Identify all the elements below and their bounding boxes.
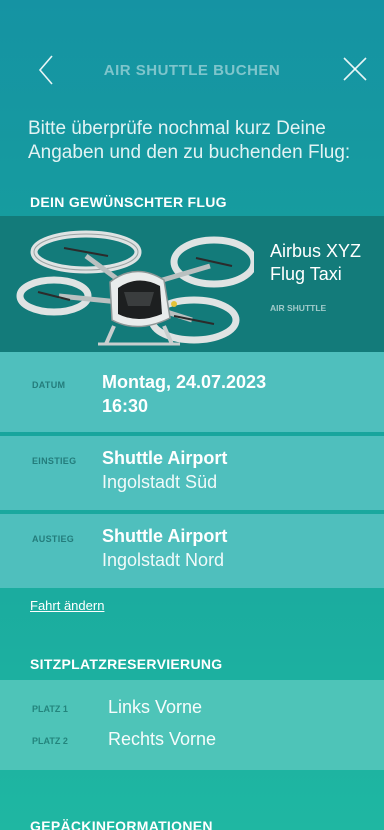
time-value: 16:30 — [102, 396, 149, 416]
date-row: DATUM Montag, 24.07.2023 16:30 — [0, 352, 384, 432]
aircraft-type: AIR SHUTTLE — [270, 303, 327, 313]
air-taxi-image — [16, 230, 254, 346]
exit-location: Shuttle Airport — [102, 526, 228, 546]
date-value: Montag, 24.07.2023 — [102, 372, 267, 392]
intro-text: Bitte überprüfe nochmal kurz Deine Angab… — [28, 118, 351, 163]
boarding-row: EINSTIEG Shuttle Airport Ingolstadt Süd — [0, 436, 384, 510]
seat-2-value: Rechts Vorne — [108, 729, 217, 749]
exit-city: Ingolstadt Nord — [102, 550, 225, 570]
flight-card: Airbus XYZ Flug Taxi — [0, 216, 384, 352]
date-label: DATUM — [32, 380, 66, 390]
exit-label: AUSTIEG — [32, 534, 75, 544]
boarding-label: EINSTIEG — [32, 456, 77, 466]
close-icon — [343, 57, 367, 81]
boarding-city: Ingolstadt Süd — [102, 472, 218, 492]
seat-1-value: Links Vorne — [108, 697, 203, 717]
page-title: AIR SHUTTLE BUCHEN — [103, 62, 281, 79]
change-trip-link[interactable]: Fahrt ändern — [30, 598, 104, 613]
exit-row: AUSTIEG Shuttle Airport Ingolstadt Nord — [0, 514, 384, 588]
luggage-section-heading: GEPÄCKINFORMATIONEN — [30, 818, 213, 830]
boarding-location: Shuttle Airport — [102, 448, 228, 468]
top-bar: AIR SHUTTLE BUCHEN — [0, 0, 384, 110]
flight-section-heading: DEIN GEWÜNSCHTER FLUG — [30, 194, 227, 210]
aircraft-name: Airbus XYZ Flug Taxi — [270, 241, 362, 284]
seat-section-heading: SITZPLATZRESERVIERUNG — [30, 656, 223, 672]
seat-list: PLATZ 1 Links Vorne PLATZ 2 Rechts Vorne — [0, 680, 384, 770]
seat-2-label: PLATZ 2 — [32, 736, 68, 746]
seat-1-label: PLATZ 1 — [32, 704, 68, 714]
close-button[interactable] — [336, 50, 376, 90]
